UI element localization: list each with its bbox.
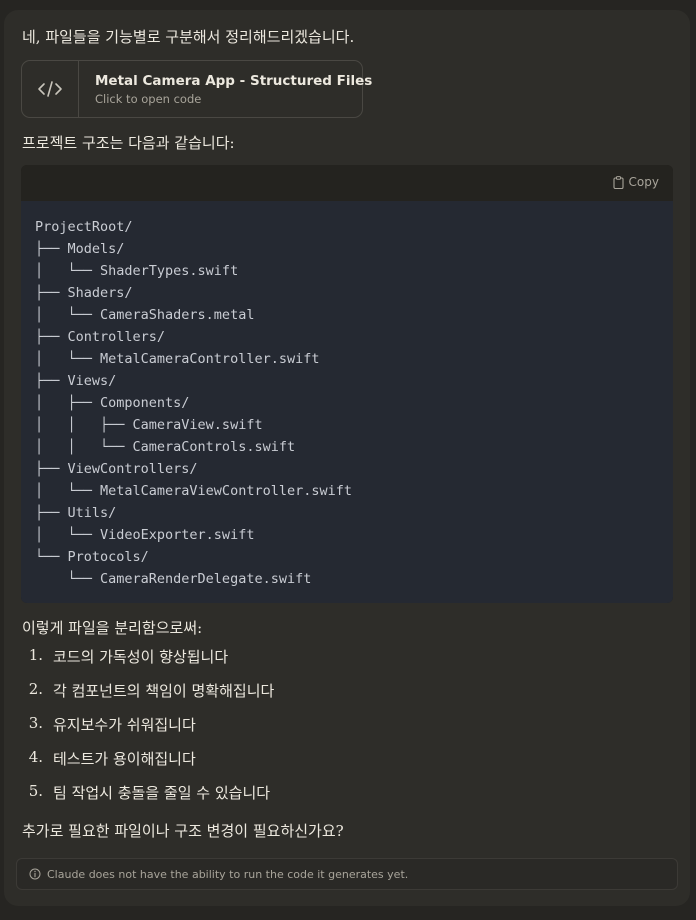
closing-question: 추가로 필요한 파일이나 구조 변경이 필요하신가요? xyxy=(22,822,344,840)
list-item-number: 5. xyxy=(28,782,43,800)
artifact-card[interactable]: Metal Camera App - Structured Files Clic… xyxy=(21,60,372,118)
code-line: ├── Controllers/ xyxy=(35,329,166,345)
code-line: ├── ViewControllers/ xyxy=(35,461,198,477)
code-text: ProjectRoot/ ├── Models/ │ └── ShaderTyp… xyxy=(35,216,352,590)
code-line: │ └── MetalCameraController.swift xyxy=(35,351,320,367)
structure-heading: 프로젝트 구조는 다음과 같습니다: xyxy=(22,134,235,152)
code-line: │ └── VideoExporter.swift xyxy=(35,527,255,543)
disclaimer-banner: Claude does not have the ability to run … xyxy=(16,858,678,890)
code-block-header: Copy xyxy=(21,165,673,201)
code-line: │ └── MetalCameraViewController.swift xyxy=(35,483,352,499)
code-line: ├── Views/ xyxy=(35,373,117,389)
code-line: ├── Shaders/ xyxy=(35,285,133,301)
list-item-number: 1. xyxy=(28,646,43,664)
artifact-subtitle: Click to open code xyxy=(95,92,202,106)
code-line: ├── Utils/ xyxy=(35,505,117,521)
list-item-number: 4. xyxy=(28,748,43,766)
artifact-title: Metal Camera App - Structured Files xyxy=(95,73,373,89)
artifact-icon-box xyxy=(22,61,79,117)
list-item-number: 3. xyxy=(28,714,43,732)
copy-button[interactable]: Copy xyxy=(612,175,659,189)
code-line: │ ├── Components/ xyxy=(35,395,190,411)
benefits-heading: 이렇게 파일을 분리함으로써: xyxy=(22,619,203,637)
list-item-text: 테스트가 용이해집니다 xyxy=(53,750,196,768)
list-item: 3. 유지보수가 쉬워집니다 xyxy=(16,714,274,748)
list-item-number: 2. xyxy=(28,680,43,698)
list-item-text: 유지보수가 쉬워집니다 xyxy=(53,716,196,734)
code-block: Copy ProjectRoot/ ├── Models/ │ └── Shad… xyxy=(21,165,673,603)
code-line: └── CameraRenderDelegate.swift xyxy=(35,571,312,587)
code-line: │ │ └── CameraControls.swift xyxy=(35,439,296,455)
clipboard-icon xyxy=(612,175,624,189)
assistant-message: 네, 파일들을 기능별로 구분해서 정리해드리겠습니다. Metal Camer… xyxy=(4,10,690,906)
list-item: 4. 테스트가 용이해집니다 xyxy=(16,748,274,782)
list-item-text: 팀 작업시 충돌을 줄일 수 있습니다 xyxy=(53,784,271,802)
list-item: 5. 팀 작업시 충돌을 줄일 수 있습니다 xyxy=(16,782,274,816)
list-item-text: 각 컴포넌트의 책임이 명확해집니다 xyxy=(53,682,275,700)
list-item: 2. 각 컴포넌트의 책임이 명확해집니다 xyxy=(16,680,275,714)
list-item-text: 코드의 가독성이 향상됩니다 xyxy=(53,648,229,666)
intro-text: 네, 파일들을 기능별로 구분해서 정리해드리겠습니다. xyxy=(22,28,355,46)
code-line: │ └── ShaderTypes.swift xyxy=(35,263,239,279)
code-line: └── Protocols/ xyxy=(35,549,149,565)
code-line: │ └── CameraShaders.metal xyxy=(35,307,255,323)
benefits-list: 1. 코드의 가독성이 향상됩니다 2. 각 컴포넌트의 책임이 명확해집니다 3. 유지… xyxy=(16,646,275,816)
code-body: ProjectRoot/ ├── Models/ │ └── ShaderTyp… xyxy=(21,201,673,603)
code-line: │ │ ├── CameraView.swift xyxy=(35,417,263,433)
code-icon xyxy=(38,81,62,97)
code-line: ProjectRoot/ xyxy=(35,219,133,235)
disclaimer-text: Claude does not have the ability to run … xyxy=(47,867,409,881)
info-icon xyxy=(29,868,41,880)
code-line: ├── Models/ xyxy=(35,241,125,257)
list-item: 1. 코드의 가독성이 향상됩니다 xyxy=(16,646,274,680)
copy-label: Copy xyxy=(628,175,659,189)
